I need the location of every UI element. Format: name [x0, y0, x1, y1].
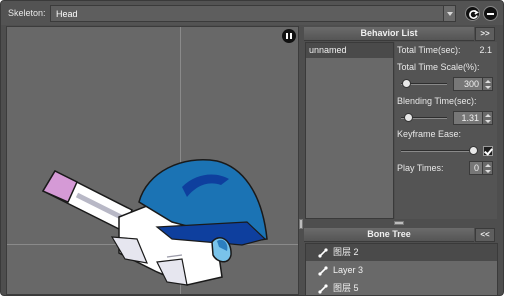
blending-time-field[interactable]: 1.31 [453, 111, 483, 125]
time-scale-slider-thumb[interactable] [402, 79, 411, 88]
bone-icon [318, 248, 328, 258]
behavior-panel-toggle-button[interactable]: >> [475, 27, 495, 41]
bone-icon [318, 284, 328, 294]
play-times-stepper[interactable] [482, 161, 493, 175]
blending-time-label: Blending Time(sec): [397, 96, 477, 106]
bone-tree-header: Bone Tree [304, 228, 474, 242]
bone-tree-item[interactable]: 图层 2 [306, 244, 497, 261]
animation-viewport[interactable] [6, 26, 299, 295]
bone-tree-item-label: Layer 3 [333, 265, 364, 275]
time-scale-stepper[interactable] [482, 77, 493, 91]
keyframe-ease-slider[interactable] [401, 150, 475, 152]
behavior-list-header: Behavior List [304, 27, 474, 41]
chevron-down-icon[interactable] [443, 6, 455, 21]
blending-time-slider-thumb[interactable] [404, 113, 413, 122]
blending-time-stepper[interactable] [482, 111, 493, 125]
keyframe-ease-slider-thumb[interactable] [469, 146, 478, 155]
total-time-value: 2.1 [479, 45, 492, 55]
bone-tree-toggle-button[interactable]: << [475, 228, 495, 242]
behavior-list-item[interactable]: unnamed [306, 43, 393, 58]
keyframe-ease-checkbox[interactable] [483, 146, 493, 156]
minus-circle-button[interactable] [483, 6, 498, 21]
refresh-button[interactable] [465, 6, 480, 21]
horizontal-splitter-handle[interactable] [394, 221, 404, 225]
skeleton-select-value: Head [56, 9, 78, 19]
pause-button[interactable] [282, 29, 296, 43]
total-time-label: Total Time(sec): [397, 45, 461, 55]
behavior-list[interactable]: unnamed [305, 42, 394, 219]
vertical-splitter-handle[interactable] [299, 219, 303, 229]
bone-tree[interactable]: 图层 2 Layer 3 图层 5 [305, 243, 498, 295]
time-scale-field[interactable]: 300 [453, 77, 483, 91]
refresh-icon [469, 9, 479, 19]
bone-tree-item-label: 图层 5 [333, 283, 359, 293]
skeleton-toolbar: Skeleton: Head [1, 1, 503, 25]
bone-tree-item[interactable]: 图层 5 [306, 280, 497, 295]
time-scale-label: Total Time Scale(%): [397, 62, 480, 72]
behavior-properties: Total Time(sec): 2.1 Total Time Scale(%)… [395, 42, 497, 219]
animation-editor-window: Skeleton: Head Behavior List >> unnamed … [0, 0, 504, 296]
play-times-field[interactable]: 0 [469, 161, 483, 175]
bone-tree-item[interactable]: Layer 3 [306, 262, 497, 279]
character-head-artwork [41, 159, 268, 286]
skeleton-label: Skeleton: [8, 8, 46, 18]
bone-tree-item-label: 图层 2 [333, 247, 359, 257]
play-times-label: Play Times: [397, 163, 444, 173]
skeleton-select[interactable]: Head [50, 5, 456, 22]
keyframe-ease-label: Keyframe Ease: [397, 129, 462, 139]
bone-icon [318, 266, 328, 276]
